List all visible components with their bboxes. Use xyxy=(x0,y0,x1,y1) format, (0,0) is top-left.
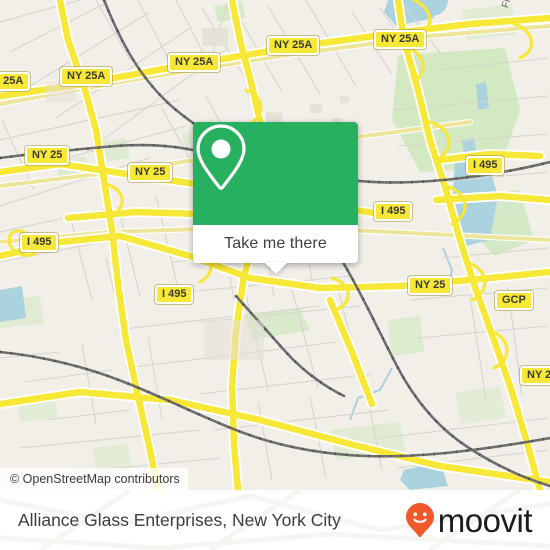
moovit-smiley-pin-icon xyxy=(405,503,434,538)
road-shield: I 495 xyxy=(466,156,505,175)
moovit-wordmark: moovit xyxy=(437,501,533,539)
map-pin-icon xyxy=(196,124,246,190)
road-shield: NY 25A xyxy=(60,67,113,86)
road-shield: NY 2 xyxy=(520,366,550,385)
moovit-brand-logo[interactable]: moovit xyxy=(405,490,533,550)
callout-action-area[interactable]: Take me there xyxy=(193,225,358,274)
osm-attribution[interactable]: © OpenStreetMap contributors xyxy=(0,468,188,490)
road-shield: NY 25A xyxy=(374,30,427,49)
road-shield: NY 25A xyxy=(168,53,221,72)
road-shield: NY 25 xyxy=(408,276,453,295)
place-callout-card[interactable]: Take me there xyxy=(193,122,358,274)
callout-pin-area xyxy=(193,122,358,225)
footer-bar: Alliance Glass Enterprises, New York Cit… xyxy=(0,490,550,550)
map-canvas[interactable]: NY 25A NY 25A NY 25A NY 25A NY 25A NY 25… xyxy=(0,0,550,490)
road-shield: NY 25A xyxy=(267,36,320,55)
road-shield: I 495 xyxy=(20,233,59,252)
road-shield: GCP xyxy=(495,291,533,310)
road-shield: NY 25 xyxy=(128,163,173,182)
road-shield: NY 25 xyxy=(25,146,70,165)
take-me-there-label: Take me there xyxy=(224,235,327,252)
callout-pointer-tail xyxy=(263,262,288,274)
moovit-place-map-screenshot: NY 25A NY 25A NY 25A NY 25A NY 25A NY 25… xyxy=(0,0,550,550)
road-shield: I 495 xyxy=(155,285,194,304)
road-shield: NY 25A xyxy=(0,72,31,91)
place-title: Alliance Glass Enterprises, New York Cit… xyxy=(18,510,341,530)
road-shield: I 495 xyxy=(374,202,413,221)
